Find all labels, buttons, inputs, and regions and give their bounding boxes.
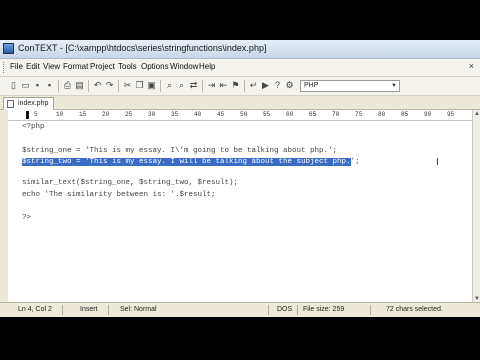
save-icon[interactable]: ▪ xyxy=(32,80,43,91)
toolbar-divider xyxy=(58,80,59,92)
status-divider xyxy=(62,305,63,315)
ruler-label: 35 xyxy=(171,111,179,118)
ruler-label: 75 xyxy=(355,111,363,118)
scroll-up-icon[interactable]: ▲ xyxy=(473,110,480,118)
print-icon[interactable]: ⎙ xyxy=(62,80,73,91)
find-icon[interactable]: ⌕ xyxy=(164,80,175,91)
code-line-3: $string_one = 'This is my essay. I\'m go… xyxy=(22,147,338,155)
ruler-label: 55 xyxy=(263,111,271,118)
ruler-label: 85 xyxy=(401,111,409,118)
menu-edit[interactable]: Edit xyxy=(26,62,40,71)
toolbar-divider xyxy=(244,80,245,92)
ruler-label: 70 xyxy=(332,111,340,118)
ruler-label: 60 xyxy=(286,111,294,118)
status-divider xyxy=(297,305,298,315)
ruler-label: 30 xyxy=(148,111,156,118)
ruler-label: 45 xyxy=(217,111,225,118)
bookmark-icon[interactable]: ⚑ xyxy=(230,80,241,91)
toolbar: ▯ ▭ ▪ ▪ ⎙ ▤ ↶ ↷ ✂ ❐ ▣ ⌕ ⌕ ⇄ ⇥ ⇤ ⚑ ↵ ▶ ? … xyxy=(0,77,480,96)
outdent-icon[interactable]: ⇤ xyxy=(218,80,229,91)
menu-window[interactable]: Window xyxy=(170,62,198,71)
grip-icon xyxy=(3,62,7,73)
code-line-7: echo 'The similarity between is: '.$resu… xyxy=(22,191,216,199)
ruler-label: 50 xyxy=(240,111,248,118)
menu-help[interactable]: Help xyxy=(199,62,215,71)
selection-info: 72 chars selected. xyxy=(386,306,443,313)
menu-file[interactable]: File xyxy=(10,62,23,71)
ruler-label: 25 xyxy=(125,111,133,118)
line-endings: DOS xyxy=(277,306,293,313)
selected-text[interactable]: $string_two = 'This is my essay. I will … xyxy=(22,158,351,166)
app-icon xyxy=(3,43,14,54)
code-editor[interactable]: <?php $string_one = 'This is my essay. I… xyxy=(8,121,472,303)
status-divider xyxy=(370,305,371,315)
file-size: File size: 259 xyxy=(303,306,345,313)
ruler-label: 5 xyxy=(34,111,38,118)
ruler-cursor-marker xyxy=(26,111,29,119)
help-icon[interactable]: ? xyxy=(272,80,283,91)
code-line-4-rest: '; xyxy=(350,158,360,166)
find-next-icon[interactable]: ⌕ xyxy=(176,80,187,91)
ruler-label: 15 xyxy=(79,111,87,118)
copy-icon[interactable]: ❐ xyxy=(134,80,145,91)
print-preview-icon[interactable]: ▤ xyxy=(74,80,85,91)
chevron-down-icon: ▼ xyxy=(391,83,397,89)
menu-format[interactable]: Format xyxy=(63,62,88,71)
ruler-label: 10 xyxy=(56,111,64,118)
open-folder-icon[interactable]: ▭ xyxy=(20,80,31,91)
language-value: PHP xyxy=(304,82,319,89)
redo-icon[interactable]: ↷ xyxy=(104,80,115,91)
undo-icon[interactable]: ↶ xyxy=(92,80,103,91)
insert-mode: Insert xyxy=(80,306,98,313)
menu-bar: File Edit View Format Project Tools Opti… xyxy=(0,59,480,77)
menu-tools[interactable]: Tools xyxy=(118,62,137,71)
word-wrap-icon[interactable]: ↵ xyxy=(248,80,259,91)
tab-label: index.php xyxy=(18,100,49,107)
ruler-label: 40 xyxy=(194,111,202,118)
text-cursor-icon: I xyxy=(436,157,439,168)
code-line-9: ?> xyxy=(22,214,32,222)
status-bar: Ln 4, Col 2 Insert Sel: Normal DOS File … xyxy=(0,302,480,317)
new-file-icon[interactable]: ▯ xyxy=(8,80,19,91)
save-all-icon[interactable]: ▪ xyxy=(44,80,55,91)
vertical-scrollbar[interactable]: ▲ ▼ xyxy=(472,110,480,303)
window-title: ConTEXT - [C:\xampp\htdocs\series\string… xyxy=(18,43,267,53)
tab-index-php[interactable]: index.php xyxy=(3,97,55,110)
toolbar-divider xyxy=(202,80,203,92)
code-line-6: similar_text($string_one, $string_two, $… xyxy=(22,179,239,187)
toolbar-divider xyxy=(88,80,89,92)
ruler-label: 95 xyxy=(447,111,455,118)
settings-icon[interactable]: ⚙ xyxy=(284,80,295,91)
title-bar: ConTEXT - [C:\xampp\htdocs\series\string… xyxy=(0,40,480,59)
language-select[interactable]: PHP ▼ xyxy=(300,80,400,92)
cut-icon[interactable]: ✂ xyxy=(122,80,133,91)
menu-options[interactable]: Options xyxy=(141,62,169,71)
tab-bar: index.php xyxy=(0,96,480,110)
run-icon[interactable]: ▶ xyxy=(260,80,271,91)
menu-project[interactable]: Project xyxy=(90,62,115,71)
ruler-label: 90 xyxy=(424,111,432,118)
file-icon xyxy=(7,100,14,108)
cursor-position: Ln 4, Col 2 xyxy=(18,306,52,313)
menu-view[interactable]: View xyxy=(43,62,60,71)
ruler-label: 65 xyxy=(309,111,317,118)
code-line-1: <?php xyxy=(22,123,45,131)
editor-window: ConTEXT - [C:\xampp\htdocs\series\string… xyxy=(0,40,480,317)
status-divider xyxy=(268,305,269,315)
toolbar-divider xyxy=(118,80,119,92)
selection-mode: Sel: Normal xyxy=(120,306,157,313)
close-icon[interactable]: × xyxy=(469,61,474,71)
column-ruler: 5 10 15 20 25 30 35 40 45 50 55 60 65 70… xyxy=(8,110,472,121)
toolbar-divider xyxy=(160,80,161,92)
ruler-label: 80 xyxy=(378,111,386,118)
paste-icon[interactable]: ▣ xyxy=(146,80,157,91)
status-divider xyxy=(108,305,109,315)
indent-icon[interactable]: ⇥ xyxy=(206,80,217,91)
replace-icon[interactable]: ⇄ xyxy=(188,80,199,91)
code-line-4: $string_two = 'This is my essay. I will … xyxy=(22,158,360,166)
ruler-label: 20 xyxy=(102,111,110,118)
